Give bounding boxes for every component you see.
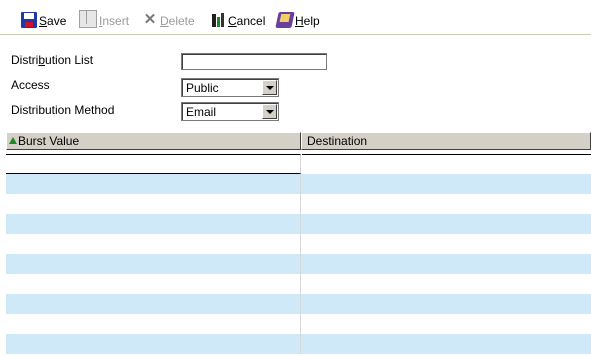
column-header-destination[interactable]: Destination [301, 132, 591, 150]
table-row[interactable] [6, 174, 591, 194]
access-value: Public [186, 81, 219, 95]
cell-burst-value[interactable] [6, 254, 301, 274]
table-row[interactable] [6, 214, 591, 234]
chevron-down-icon[interactable] [262, 104, 277, 119]
burst-grid: Burst Value Destination [6, 132, 591, 356]
cell-destination[interactable] [302, 194, 591, 214]
delete-icon: ✕ [143, 11, 157, 28]
cell-burst-value[interactable] [6, 234, 301, 254]
insert-label: Insert [99, 14, 130, 28]
toolbar: Save Insert ✕ Delete Cancel Help [0, 0, 591, 35]
cell-destination[interactable] [302, 214, 591, 234]
insert-icon [79, 10, 97, 28]
cell-burst-value[interactable] [6, 274, 301, 294]
help-icon [275, 12, 295, 28]
distribution-list-label: Distribution List [11, 53, 94, 67]
help-label: Help [295, 14, 320, 28]
save-label: Save [39, 14, 67, 28]
cell-burst-value[interactable] [6, 214, 301, 234]
distribution-method-select[interactable]: Email [181, 102, 279, 121]
table-row[interactable] [6, 154, 591, 176]
table-row[interactable] [6, 194, 591, 214]
cancel-label: Cancel [228, 14, 266, 28]
cell-destination[interactable] [302, 274, 591, 294]
delete-label: Delete [160, 14, 195, 28]
table-row[interactable] [6, 234, 591, 254]
cell-burst-value[interactable] [6, 194, 301, 214]
access-select[interactable]: Public [181, 78, 279, 97]
cell-destination[interactable] [302, 314, 591, 334]
cell-burst-value[interactable] [6, 334, 301, 354]
column-header-label: Burst Value [18, 134, 80, 148]
table-row[interactable] [6, 274, 591, 294]
delete-button[interactable]: ✕ Delete [142, 8, 195, 29]
table-row[interactable] [6, 294, 591, 314]
cell-destination[interactable] [302, 294, 591, 314]
column-header-burst-value[interactable]: Burst Value [6, 132, 301, 150]
cell-burst-value[interactable] [6, 294, 301, 314]
cell-destination[interactable] [302, 254, 591, 274]
cell-destination[interactable] [302, 174, 591, 194]
table-row[interactable] [6, 314, 591, 334]
distribution-list-input[interactable] [181, 53, 327, 70]
cell-burst-value[interactable] [6, 154, 301, 174]
chevron-down-icon[interactable] [262, 80, 277, 95]
cell-burst-value[interactable] [6, 314, 301, 334]
cell-destination[interactable] [302, 234, 591, 254]
distribution-method-label: Distribution Method [11, 103, 115, 117]
insert-button[interactable]: Insert [79, 8, 129, 28]
access-label: Access [11, 78, 50, 92]
help-button[interactable]: Help [275, 8, 320, 28]
table-row[interactable] [6, 254, 591, 274]
grid-header: Burst Value Destination [6, 132, 591, 150]
cell-destination[interactable] [302, 334, 591, 354]
save-button[interactable]: Save [21, 8, 66, 28]
cancel-button[interactable]: Cancel [210, 8, 265, 28]
table-row[interactable] [6, 334, 591, 354]
distribution-method-value: Email [186, 105, 217, 119]
save-icon [21, 12, 37, 28]
cancel-icon [210, 12, 226, 28]
sort-ascending-icon [9, 137, 17, 144]
cell-destination[interactable] [302, 154, 591, 176]
column-header-label: Destination [307, 134, 368, 148]
cell-burst-value[interactable] [6, 174, 301, 194]
